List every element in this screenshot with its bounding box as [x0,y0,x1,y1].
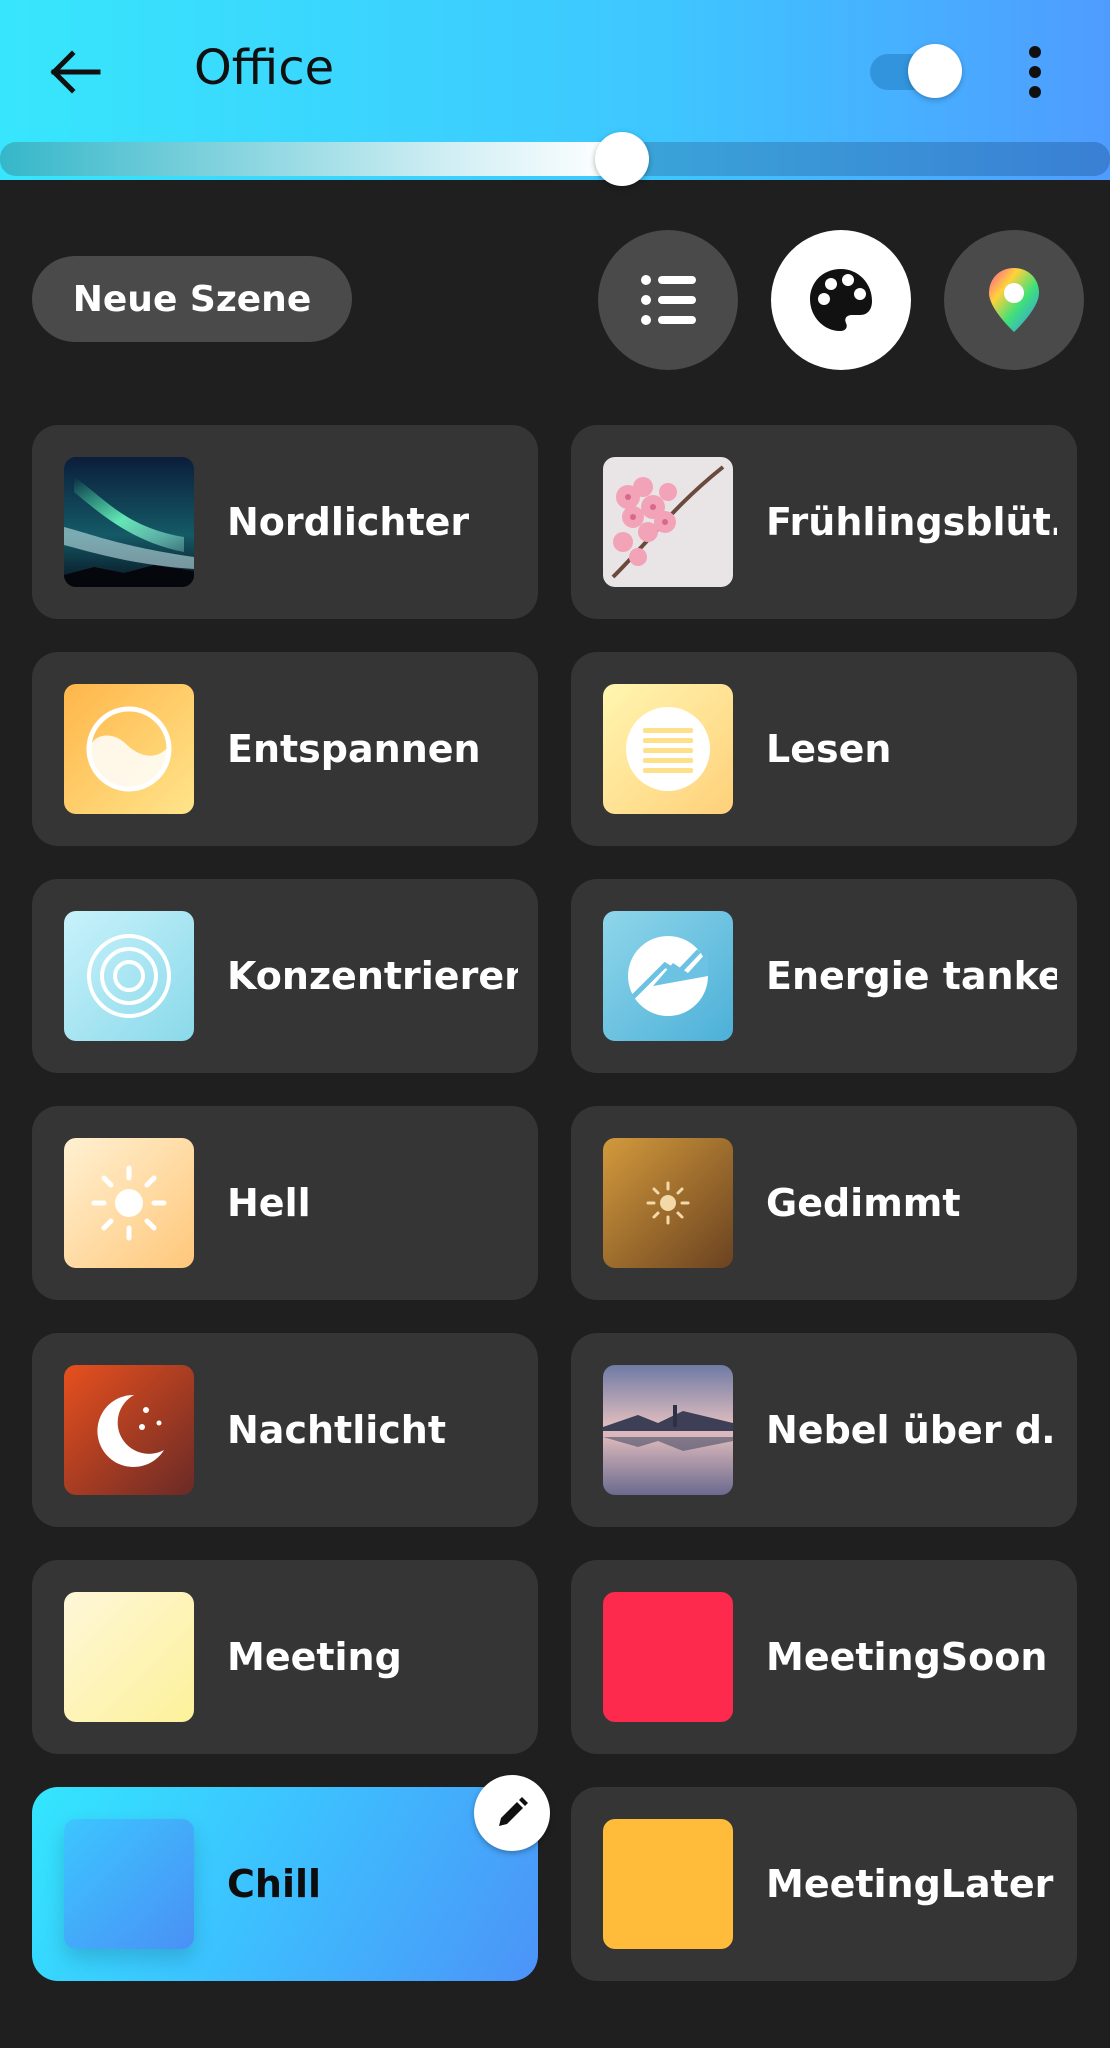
new-scene-button[interactable]: Neue Szene [32,256,352,342]
scene-card-chill[interactable]: Chill [32,1775,550,1981]
scene-card-fruehlingsbluete[interactable]: Frühlingsblüt… [571,425,1077,619]
scene-label: Entspannen [227,727,481,771]
scene-label: Meeting [227,1635,402,1679]
arrow-left-icon [50,50,101,94]
room-title: Office [194,40,335,96]
more-options-button[interactable] [1020,44,1050,100]
scene-label: Lesen [766,727,892,771]
brightness-slider-thumb[interactable] [594,132,649,186]
blossom-image [603,457,733,587]
back-button[interactable] [48,48,104,96]
color-swatch [603,1819,733,1949]
relax-icon [64,684,194,814]
scene-label: Frühlingsblüt… [766,500,1057,544]
concentrate-icon [64,911,194,1041]
palette-icon [810,269,872,331]
scene-label: Nachtlicht [227,1408,446,1452]
scene-card-meeting[interactable]: Meeting [32,1560,538,1754]
edit-scene-button[interactable] [474,1775,550,1851]
nightlight-icon [64,1365,194,1495]
scene-card-lesen[interactable]: Lesen [571,652,1077,846]
energize-icon [603,911,733,1041]
pencil-icon [499,1797,528,1826]
scene-card-entspannen[interactable]: Entspannen [32,652,538,846]
scene-label: Energie tanken [766,954,1057,998]
aurora-image [64,457,194,587]
scene-label: Hell [227,1181,311,1225]
list-view-button[interactable] [598,230,738,370]
fog-lake-image [603,1365,733,1495]
scene-card-nordlichter[interactable]: Nordlichter [32,425,538,619]
read-icon [603,684,733,814]
palette-view-button[interactable] [771,230,911,370]
scene-label: Gedimmt [766,1181,961,1225]
scene-label: MeetingSoon [766,1635,1048,1679]
color-picker-view-button[interactable] [944,230,1084,370]
brightness-slider[interactable] [0,132,1110,186]
scene-card-meetingsoon[interactable]: MeetingSoon [571,1560,1077,1754]
scene-card-meetinglater[interactable]: MeetingLater [571,1787,1077,1981]
color-swatch [64,1592,194,1722]
power-toggle[interactable] [870,44,962,98]
scene-card-nebel[interactable]: Nebel über d… [571,1333,1077,1527]
scene-card-konzentrieren[interactable]: Konzentrieren [32,879,538,1073]
scene-label: Nordlichter [227,500,470,544]
color-picker-icon [989,268,1039,332]
list-icon [641,275,696,325]
scene-label: MeetingLater [766,1862,1054,1906]
scene-card-nachtlicht[interactable]: Nachtlicht [32,1333,538,1527]
scene-card-gedimmt[interactable]: Gedimmt [571,1106,1077,1300]
color-swatch [64,1819,194,1949]
scene-card-energie-tanken[interactable]: Energie tanken [571,879,1077,1073]
scene-label: Nebel über d… [766,1408,1057,1452]
color-swatch [603,1592,733,1722]
more-vertical-icon [1029,46,1041,98]
scene-card-hell[interactable]: Hell [32,1106,538,1300]
scene-label: Konzentrieren [227,954,518,998]
toggle-knob [908,44,962,98]
bright-icon [64,1138,194,1268]
dimmed-icon [603,1138,733,1268]
